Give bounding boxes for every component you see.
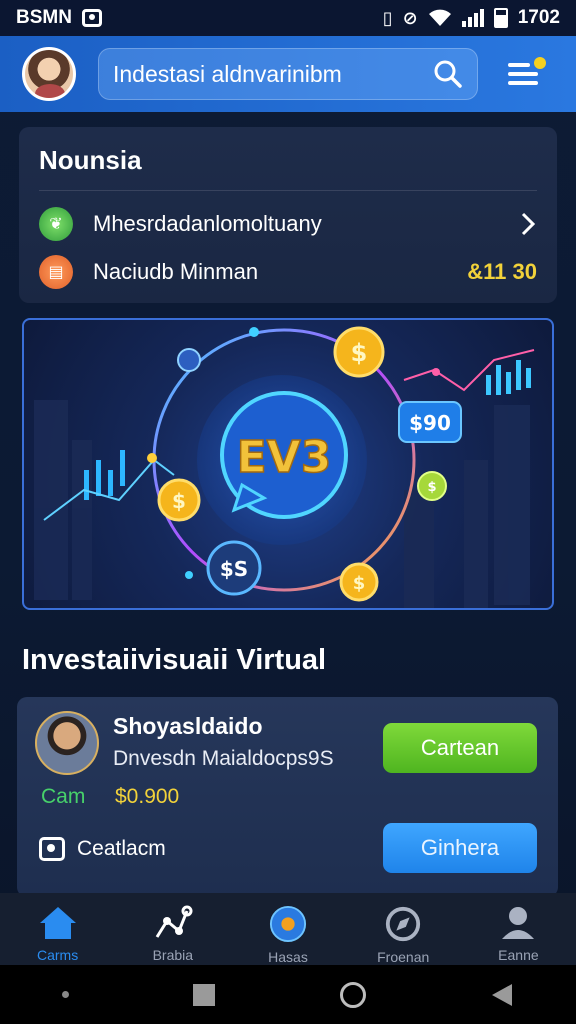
price-tag: $90 [398,401,462,443]
nav-label: Froenan [377,949,430,965]
notice-row[interactable]: ❦ Mhesrdadanlomoltuany [39,201,537,247]
home-icon [39,907,76,939]
vibrate-icon: ▯ [382,7,393,28]
profile-icon [502,907,535,939]
nav-item-home[interactable]: Carms [0,893,115,965]
investment-tag: Cam [41,785,86,808]
carrier-label: BSMN [16,7,72,28]
search-input[interactable]: Indestasi aldnvarinibm [98,48,478,100]
investment-card: Shoyasldaido Dnvesdn Maialdocps9S Cam $0… [17,697,558,897]
camera-action[interactable]: Ceatlacm [39,837,166,861]
globe-icon [269,905,307,943]
camera-label: Ceatlacm [77,837,166,860]
signal-icon [461,9,484,27]
secondary-action-button[interactable]: Ginhera [383,823,537,873]
svg-text:$: $ [427,480,436,495]
investor-avatar [35,711,99,775]
nav-label: Hasas [268,949,308,965]
svg-text:$: $ [351,339,368,367]
wifi-icon [428,9,451,26]
primary-action-button[interactable]: Cartean [383,723,537,773]
app-bar: Indestasi aldnvarinibm [0,36,576,112]
notification-icon [81,9,102,27]
camera-icon [39,837,65,861]
notice-row-label: Mhesrdadanlomoltuany [93,211,322,236]
notice-amount: &11 30 [467,259,537,284]
investment-price: $0.900 [115,785,180,808]
back-button[interactable] [490,982,514,1008]
nav-label: Brabia [152,947,194,963]
compass-icon [386,906,421,942]
nav-item-brabia[interactable]: Brabia [115,893,230,965]
coin-icon: $ [157,478,201,522]
svg-text:$S: $S [220,557,248,581]
menu-icon[interactable] [508,57,546,89]
search-icon[interactable] [433,59,463,89]
notice-row-label: Naciudb Minman [93,259,259,284]
nav-item-froenan[interactable]: Froenan [346,893,461,965]
notice-row[interactable]: ▤ Naciudb Minman &11 30 [39,249,537,295]
investor-name: Shoyasldaido [113,713,263,739]
nav-label: Eanne [498,947,539,963]
section-title: Investaiivisuaii Virtual [22,644,327,676]
home-button[interactable] [339,981,366,1008]
promo-banner[interactable]: EV3 $ $ $ $ $90 $S [22,318,554,610]
coin-icon: $ [417,471,447,501]
avatar[interactable] [22,47,76,101]
svg-text:$: $ [172,489,186,513]
nav-item-eanne[interactable]: Eanne [461,893,576,965]
nav-label: Carms [36,947,79,963]
banner-illustration: EV3 $ $ $ $ $90 $S [34,326,535,608]
coin-icon: $ [333,326,385,378]
chart-nodes-icon [155,905,193,938]
leaf-icon: ❦ [39,207,73,241]
alarm-icon: ⊘ [402,7,418,28]
dollar-bubble: $S [206,540,262,596]
coin-icon: $ [339,562,379,602]
banner-logo: EV3 [237,432,332,483]
divider [39,190,537,191]
notification-dot [534,57,546,69]
svg-text:$: $ [353,573,366,594]
search-text: Indestasi aldnvarinibm [113,60,342,87]
system-nav-bar [0,965,576,1024]
notice-title: Nounsia [39,145,142,175]
status-time: 1702 [517,7,560,28]
recents-button[interactable] [193,983,216,1006]
svg-text:$90: $90 [409,411,451,435]
investor-description: Dnvesdn Maialdocps9S [113,747,334,770]
notice-card: Nounsia ❦ Mhesrdadanlomoltuany ▤ Naciudb… [19,127,557,303]
status-bar: BSMN ▯ ⊘ 1702 [0,0,576,36]
battery-icon [493,8,508,28]
bottom-nav: Carms Brabia Hasas Froenan Eanne [0,893,576,965]
nav-item-hasas[interactable]: Hasas [230,893,345,965]
chevron-right-icon[interactable] [519,211,537,237]
dot-icon [62,991,70,998]
wallet-icon: ▤ [39,255,73,289]
